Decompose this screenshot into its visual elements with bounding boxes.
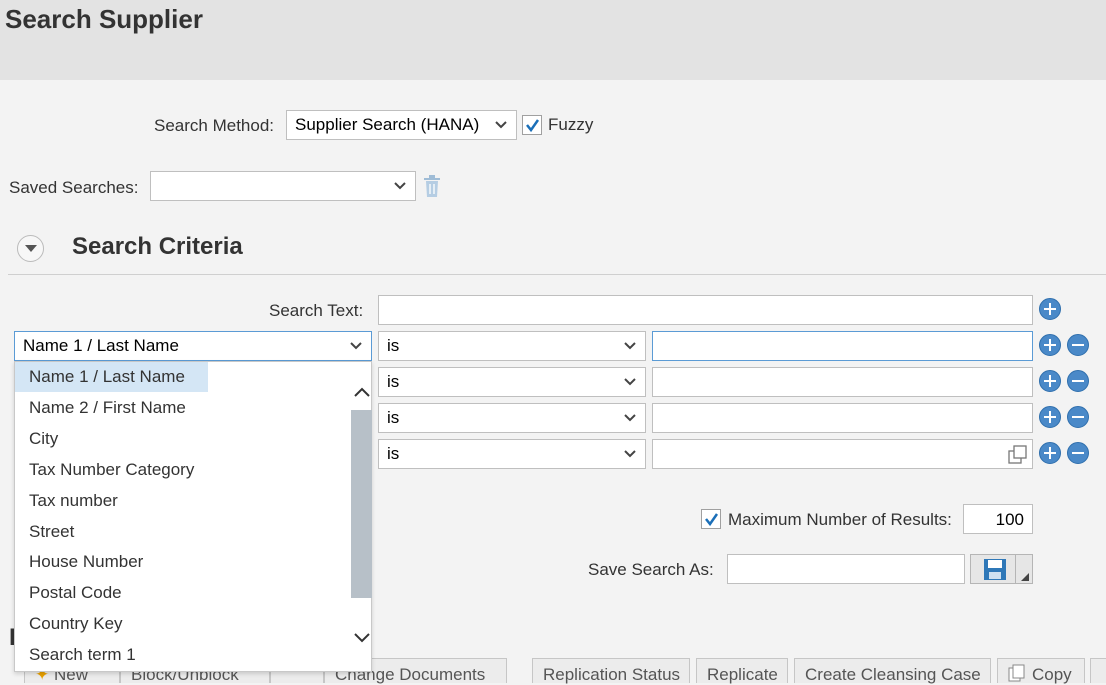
criteria-value-input[interactable] (652, 367, 1033, 397)
dropdown-scrollbar[interactable] (351, 374, 372, 659)
copy-button[interactable]: Copy (997, 658, 1085, 684)
chevron-down-icon (624, 342, 636, 350)
criteria-operator-value: is (387, 372, 400, 391)
search-text-input[interactable] (378, 295, 1033, 325)
criteria-operator-select[interactable]: is (378, 403, 646, 433)
dropdown-option[interactable]: Country Key (15, 609, 123, 639)
save-search-input[interactable] (727, 554, 965, 584)
triangle-down-icon (25, 245, 37, 252)
fuzzy-label: Fuzzy (548, 115, 594, 134)
max-results-input[interactable]: 100 (963, 504, 1033, 534)
dropdown-option[interactable]: Name 1 / Last Name (15, 362, 208, 392)
collapse-section-button[interactable] (17, 235, 44, 262)
search-method-label: Search Method: (154, 116, 275, 135)
scrollbar-thumb[interactable] (351, 410, 372, 598)
checkmark-icon (526, 119, 540, 133)
search-method-value: Supplier Search (HANA) (295, 115, 480, 134)
create-cleansing-case-button[interactable]: Create Cleansing Case (794, 658, 991, 684)
replicate-button[interactable]: Replicate (696, 658, 788, 684)
section-divider (8, 274, 1106, 275)
chevron-down-icon (350, 342, 362, 350)
criteria-value-input[interactable] (652, 439, 1033, 469)
criteria-field-select[interactable]: Name 1 / Last Name (14, 331, 372, 361)
save-search-button[interactable] (970, 554, 1033, 584)
save-search-label: Save Search As: (588, 560, 714, 579)
add-row-button[interactable] (1039, 334, 1061, 356)
criteria-operator-select[interactable]: is (378, 367, 646, 397)
page-header: Search Supplier (0, 0, 1106, 80)
criteria-operator-value: is (387, 444, 400, 463)
dropdown-option[interactable]: City (15, 424, 58, 454)
chevron-down-icon (624, 450, 636, 458)
criteria-operator-select[interactable]: is (378, 439, 646, 469)
dropdown-option[interactable]: Tax Number Category (15, 455, 194, 485)
fuzzy-checkbox[interactable] (522, 115, 542, 135)
section-title: Search Criteria (72, 233, 243, 260)
more-button[interactable] (1090, 658, 1106, 683)
criteria-field-value: Name 1 / Last Name (23, 336, 179, 355)
split-divider (1015, 554, 1016, 584)
remove-row-button[interactable] (1067, 334, 1089, 356)
remove-row-button[interactable] (1067, 442, 1089, 464)
chevron-down-icon (624, 414, 636, 422)
dropdown-option[interactable]: Postal Code (15, 578, 122, 608)
dropdown-option[interactable]: Street (15, 517, 74, 547)
remove-row-button[interactable] (1067, 406, 1089, 428)
criteria-value-input[interactable] (652, 331, 1033, 361)
dropdown-option[interactable]: Search term 1 (15, 640, 136, 670)
add-row-button[interactable] (1039, 370, 1061, 392)
menu-triangle-icon[interactable] (1021, 573, 1029, 581)
replication-status-button[interactable]: Replication Status (532, 658, 690, 684)
checkmark-icon (705, 513, 719, 527)
chevron-down-icon (495, 121, 507, 129)
saved-searches-select[interactable] (150, 171, 416, 201)
chevron-down-icon (394, 182, 406, 190)
page-title: Search Supplier (5, 4, 203, 34)
copy-icon (1008, 664, 1025, 682)
add-row-button[interactable] (1039, 298, 1061, 320)
add-row-button[interactable] (1039, 442, 1061, 464)
trash-icon[interactable] (422, 175, 442, 198)
copy-button-label: Copy (1032, 665, 1072, 684)
field-dropdown-list: Name 1 / Last Name Name 2 / First Name C… (14, 361, 372, 672)
max-results-checkbox[interactable] (701, 509, 721, 529)
remove-row-button[interactable] (1067, 370, 1089, 392)
chevron-down-icon[interactable] (353, 632, 371, 644)
criteria-operator-value: is (387, 336, 400, 355)
chevron-up-icon[interactable] (353, 386, 371, 398)
floppy-disk-icon (984, 559, 1006, 580)
dropdown-option[interactable]: Tax number (15, 486, 118, 516)
dropdown-option[interactable]: House Number (15, 547, 143, 577)
add-row-button[interactable] (1039, 406, 1061, 428)
search-text-label: Search Text: (269, 301, 364, 320)
max-results-label: Maximum Number of Results: (728, 510, 952, 529)
saved-searches-label: Saved Searches: (9, 178, 139, 197)
dropdown-option[interactable]: Name 2 / First Name (15, 393, 186, 423)
criteria-operator-select[interactable]: is (378, 331, 646, 361)
search-method-select[interactable]: Supplier Search (HANA) (286, 110, 517, 140)
criteria-value-input[interactable] (652, 403, 1033, 433)
chevron-down-icon (624, 378, 636, 386)
criteria-operator-value: is (387, 408, 400, 427)
value-help-icon[interactable] (1008, 445, 1028, 465)
